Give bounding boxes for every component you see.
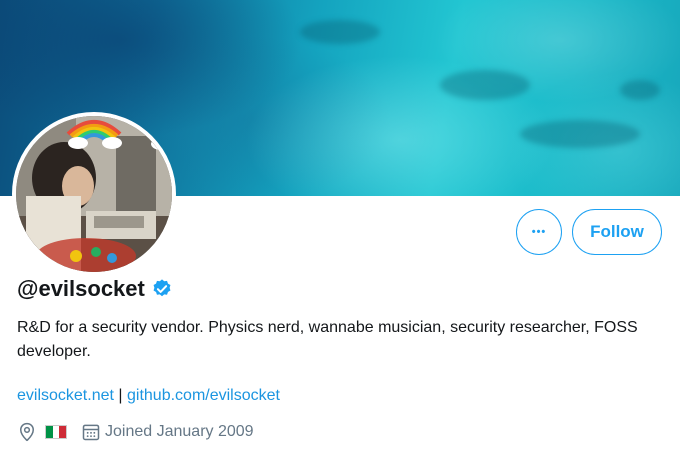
- profile-links: evilsocket.net | github.com/evilsocket: [17, 385, 280, 407]
- italy-flag-icon: [45, 425, 67, 439]
- follow-button[interactable]: Follow: [572, 209, 662, 255]
- profile-bio: R&D for a security vendor. Physics nerd,…: [17, 319, 638, 360]
- more-options-button[interactable]: •••: [516, 209, 562, 255]
- link-separator: |: [118, 387, 123, 404]
- banner-ripple: [440, 70, 530, 100]
- profile-handle: @evilsocket: [17, 276, 145, 301]
- verified-badge-icon: [153, 279, 171, 297]
- profile-avatar[interactable]: [12, 112, 176, 276]
- banner-ripple: [620, 80, 660, 100]
- more-dots-icon: •••: [531, 226, 547, 238]
- profile-meta: Joined January 2009: [17, 420, 254, 444]
- handle-row: @evilsocket: [17, 274, 173, 304]
- location-pin-icon: [19, 422, 35, 442]
- joined-date: Joined January 2009: [105, 423, 254, 440]
- avatar-photo: [16, 116, 172, 272]
- follow-button-label: Follow: [590, 222, 644, 241]
- calendar-icon: [82, 424, 100, 441]
- github-link[interactable]: github.com/evilsocket: [127, 387, 280, 404]
- banner-ripple: [520, 120, 640, 148]
- banner-ripple: [300, 20, 380, 44]
- website-link[interactable]: evilsocket.net: [17, 387, 114, 404]
